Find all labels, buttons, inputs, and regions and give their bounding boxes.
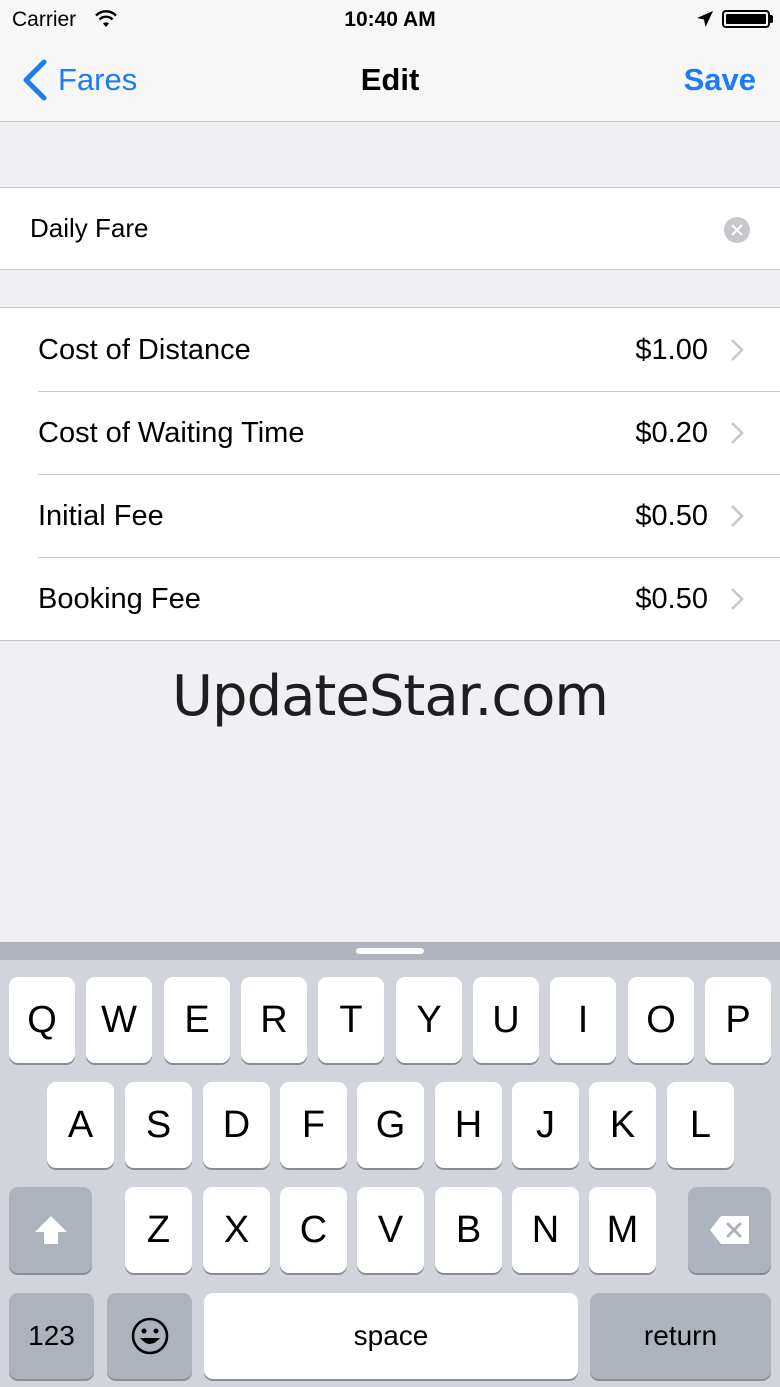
fee-value: $0.50 — [635, 583, 708, 615]
key-d[interactable]: D — [203, 1082, 270, 1168]
keyboard-handle[interactable] — [356, 948, 424, 954]
emoji-key[interactable] — [107, 1293, 192, 1379]
key-e[interactable]: E — [164, 977, 230, 1063]
key-y[interactable]: Y — [396, 977, 462, 1063]
key-p[interactable]: P — [705, 977, 771, 1063]
battery-icon — [722, 10, 770, 28]
battery-level — [726, 14, 766, 24]
fee-label: Initial Fee — [38, 500, 164, 532]
key-z[interactable]: Z — [125, 1187, 192, 1273]
space-key[interactable]: space — [204, 1293, 578, 1379]
fee-label: Booking Fee — [38, 583, 201, 615]
save-button[interactable]: Save — [684, 62, 756, 98]
key-o[interactable]: O — [628, 977, 694, 1063]
key-j[interactable]: J — [512, 1082, 579, 1168]
key-g[interactable]: G — [357, 1082, 424, 1168]
backspace-icon — [709, 1216, 749, 1244]
fee-label: Cost of Waiting Time — [38, 417, 305, 449]
key-l[interactable]: L — [667, 1082, 734, 1168]
chevron-right-icon — [731, 505, 744, 527]
keyboard: Q W E R T Y U I O P A S D F G H J K L Z … — [0, 942, 780, 1387]
fare-name-cell — [0, 187, 780, 270]
fee-row-cost-of-waiting-time[interactable]: Cost of Waiting Time $0.20 — [0, 391, 780, 474]
fee-value: $1.00 — [635, 334, 708, 366]
key-s[interactable]: S — [125, 1082, 192, 1168]
keyboard-top-bar — [0, 942, 780, 960]
key-v[interactable]: V — [357, 1187, 424, 1273]
fee-row-booking-fee[interactable]: Booking Fee $0.50 — [0, 557, 780, 640]
chevron-right-icon — [731, 339, 744, 361]
chevron-right-icon — [731, 588, 744, 610]
key-i[interactable]: I — [550, 977, 616, 1063]
key-k[interactable]: K — [589, 1082, 656, 1168]
key-a[interactable]: A — [47, 1082, 114, 1168]
key-f[interactable]: F — [280, 1082, 347, 1168]
return-key[interactable]: return — [590, 1293, 771, 1379]
numbers-key[interactable]: 123 — [9, 1293, 94, 1379]
key-c[interactable]: C — [280, 1187, 347, 1273]
fee-row-cost-of-distance[interactable]: Cost of Distance $1.00 — [0, 308, 780, 391]
page-title: Edit — [360, 62, 420, 97]
navigation-bar: Fares Edit Save — [0, 40, 780, 122]
watermark-text: UpdateStar.com — [172, 664, 609, 729]
status-bar: Carrier 10:40 AM — [0, 0, 780, 40]
key-q[interactable]: Q — [9, 977, 75, 1063]
fee-list: Cost of Distance $1.00 Cost of Waiting T… — [0, 307, 780, 641]
shift-icon — [34, 1216, 67, 1244]
shift-key[interactable] — [9, 1187, 92, 1273]
fee-value: $0.20 — [635, 417, 708, 449]
key-b[interactable]: B — [435, 1187, 502, 1273]
fee-label: Cost of Distance — [38, 334, 251, 366]
clear-text-icon[interactable] — [724, 217, 750, 243]
battery-tip — [770, 15, 773, 23]
location-arrow-icon — [697, 11, 713, 27]
fee-value: $0.50 — [635, 500, 708, 532]
status-time: 10:40 AM — [344, 8, 436, 31]
key-u[interactable]: U — [473, 977, 539, 1063]
chevron-right-icon — [731, 422, 744, 444]
key-t[interactable]: T — [318, 977, 384, 1063]
key-n[interactable]: N — [512, 1187, 579, 1273]
key-h[interactable]: H — [435, 1082, 502, 1168]
key-w[interactable]: W — [86, 977, 152, 1063]
fee-row-initial-fee[interactable]: Initial Fee $0.50 — [0, 474, 780, 557]
delete-key[interactable] — [688, 1187, 771, 1273]
key-r[interactable]: R — [241, 977, 307, 1063]
key-m[interactable]: M — [589, 1187, 656, 1273]
key-x[interactable]: X — [203, 1187, 270, 1273]
fare-name-input[interactable] — [30, 208, 690, 248]
emoji-icon — [131, 1317, 168, 1355]
